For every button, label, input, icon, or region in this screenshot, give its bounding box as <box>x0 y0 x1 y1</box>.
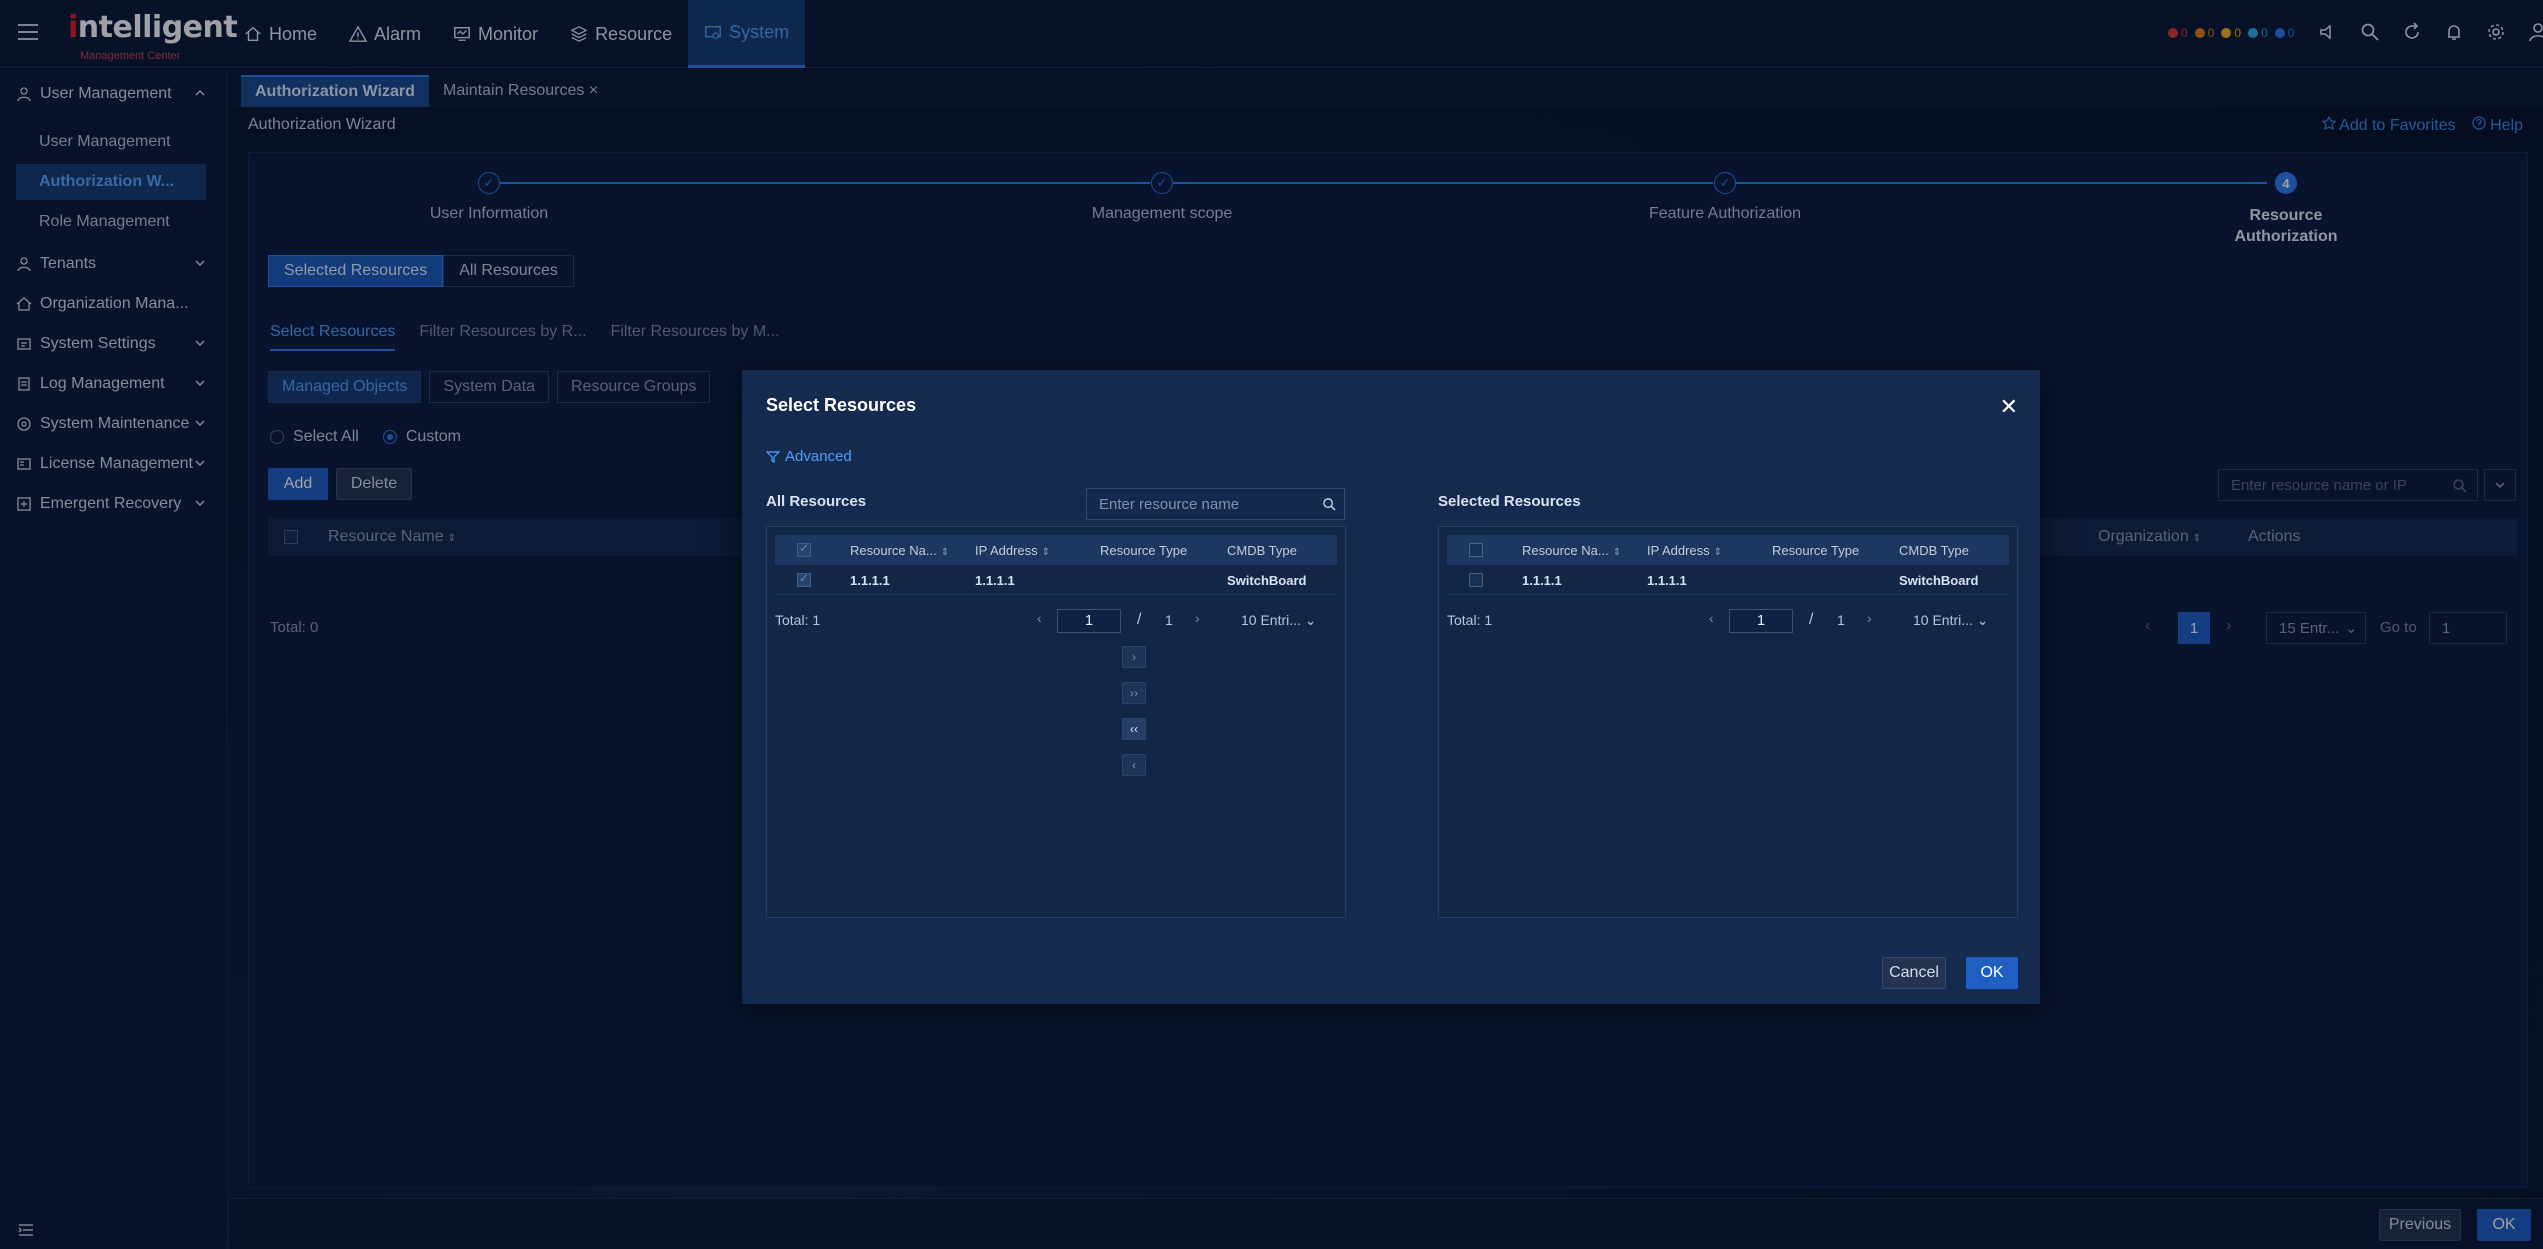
move-all-right-button[interactable]: ›› <box>1122 682 1146 704</box>
cancel-button[interactable]: Cancel <box>1882 957 1946 989</box>
resource-name-search-input[interactable]: Enter resource name <box>1086 488 1345 520</box>
select-resources-dialog: Select Resources ✕ Advanced All Resource… <box>742 370 2040 1004</box>
all-resources-label: All Resources <box>766 493 867 510</box>
column-resource-type: Resource Type <box>1100 543 1188 558</box>
selected-resources-table-header: Resource Na... ⇕ IP Address ⇕ Resource Typ… <box>1447 535 2009 565</box>
page-total: 1 <box>1165 612 1173 628</box>
prev-page-icon[interactable]: ‹ <box>1709 610 1714 626</box>
page-input[interactable]: 1 <box>1057 609 1121 633</box>
all-resources-pagination: Total: 1 ‹ 1 / 1 › 10 Entri... ⌄ <box>775 609 1337 633</box>
advanced-filter-link[interactable]: Advanced <box>766 448 852 465</box>
close-icon[interactable]: ✕ <box>2000 394 2018 420</box>
total-count: Total: 1 <box>775 612 821 628</box>
column-resource-name[interactable]: Resource Na... ⇕ <box>850 543 949 558</box>
all-resources-table-header: Resource Na...⇕ IP Address⇕ Resource Typ… <box>775 535 1337 565</box>
select-all-checkbox[interactable] <box>797 541 811 557</box>
selected-resources-label: Selected Resources <box>1438 493 1581 510</box>
move-right-button[interactable]: › <box>1122 646 1146 668</box>
page-separator: / <box>1137 611 1142 628</box>
selected-resources-panel: Resource Na... ⇕ IP Address ⇕ Resource Typ… <box>1438 526 2018 918</box>
row-checkbox[interactable] <box>797 571 811 587</box>
page-input[interactable]: 1 <box>1729 609 1793 633</box>
column-cmdb-type: CMDB Type <box>1899 543 1969 558</box>
page-size-select[interactable]: 10 Entri... ⌄ <box>1913 612 1989 629</box>
select-all-checkbox[interactable] <box>1469 543 1483 557</box>
next-page-icon[interactable]: › <box>1867 610 1872 626</box>
next-page-icon[interactable]: › <box>1195 610 1200 626</box>
ok-button[interactable]: OK <box>1966 957 2018 989</box>
column-cmdb-type: CMDB Type <box>1227 543 1297 558</box>
move-left-button[interactable]: ‹ <box>1122 754 1146 776</box>
all-resources-panel: Resource Na...⇕ IP Address⇕ Resource Typ… <box>766 526 1346 918</box>
dialog-title: Select Resources <box>766 395 917 415</box>
page-size-select[interactable]: 10 Entri... ⌄ <box>1241 612 1317 629</box>
column-resource-type: Resource Type <box>1772 543 1860 558</box>
column-ip-address[interactable]: IP Address ⇕ <box>1647 543 1722 558</box>
column-ip-address[interactable]: IP Address ⇕ <box>975 543 1050 558</box>
table-row[interactable]: 1.1.1.1 1.1.1.1 SwitchBoard <box>775 565 1337 595</box>
page-separator: / <box>1809 611 1814 628</box>
search-icon[interactable] <box>1322 497 1337 512</box>
column-resource-name[interactable]: Resource Na... ⇕ <box>1522 543 1621 558</box>
total-count: Total: 1 <box>1447 612 1493 628</box>
row-checkbox[interactable] <box>1469 573 1483 587</box>
move-all-left-button[interactable]: ‹‹ <box>1122 718 1146 740</box>
prev-page-icon[interactable]: ‹ <box>1037 610 1042 626</box>
page-total: 1 <box>1837 612 1845 628</box>
table-row[interactable]: 1.1.1.1 1.1.1.1 SwitchBoard <box>1447 565 2009 595</box>
selected-resources-pagination: Total: 1 ‹ 1 / 1 › 10 Entri... ⌄ <box>1447 609 2009 633</box>
filter-icon <box>766 450 780 463</box>
